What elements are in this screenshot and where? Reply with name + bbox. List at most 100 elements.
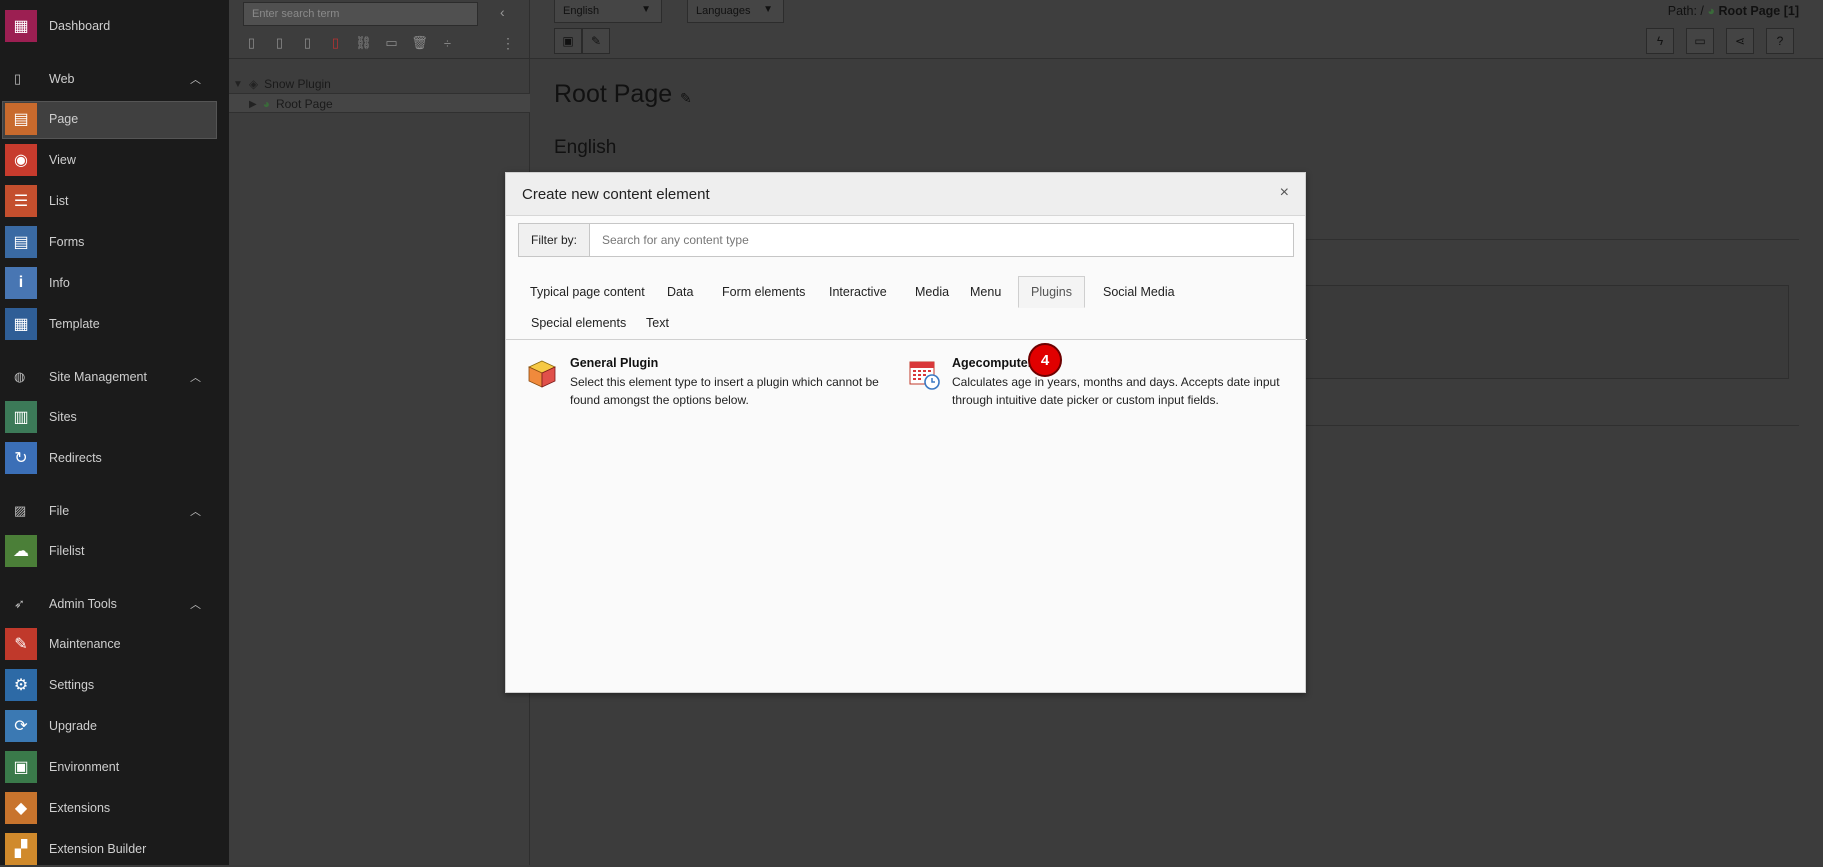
close-icon[interactable]: × [1280,184,1289,202]
more-options-icon[interactable]: ⋮ [501,35,515,52]
filter-input[interactable] [590,224,1293,256]
sidebar-item-label: Info [49,276,70,290]
path-current[interactable]: Root Page [1] [1718,4,1799,18]
sidebar-group-site-management[interactable]: ◍ Site Management ︿ [0,359,229,395]
collapsed-toggle-icon[interactable]: ▶ [249,99,257,110]
sidebar-item-list[interactable]: ☰ List [0,183,229,219]
content-type-description: Select this element type to insert a plu… [570,375,879,407]
extensions-icon: ◆ [5,792,37,824]
sidebar-group-label: Web [49,72,75,86]
breadcrumb: Path: / ◕ Root Page [1] [1668,4,1799,18]
sidebar-item-label: Filelist [49,544,85,558]
divider [506,339,1307,340]
sidebar-item-settings[interactable]: ⚙ Settings [0,667,229,703]
bookmark-icon: ▭ [1694,34,1706,48]
sidebar-item-maintenance[interactable]: ✎ Maintenance [0,626,229,662]
clear-cache-button[interactable]: ϟ [1646,28,1674,54]
plugin-cube-icon [528,360,556,388]
recycler-icon[interactable]: 🗑 [411,34,428,52]
template-icon: ▦ [5,308,37,340]
content-type-general-plugin[interactable]: General Plugin Select this element type … [526,356,886,409]
tab-menu[interactable]: Menu [958,276,1013,308]
content-type-description: Calculates age in years, months and days… [952,375,1280,407]
new-page-shortcut-icon[interactable]: ▯ [299,34,316,52]
expanded-toggle-icon[interactable]: ▼ [233,79,243,90]
file-icon: ▨ [14,503,27,518]
tab-form-elements[interactable]: Form elements [710,276,817,308]
list-icon: ☰ [5,185,37,217]
extension-builder-icon: ▞ [5,833,37,865]
tab-interactive[interactable]: Interactive [817,276,899,308]
sidebar-item-extensions[interactable]: ◆ Extensions [0,790,229,826]
maintenance-icon: ✎ [5,628,37,660]
content-type-agecomputer[interactable]: Agecomputer Calculates age in years, mon… [908,356,1293,409]
sidebar-item-template[interactable]: ▦ Template [0,306,229,342]
sidebar-item-extension-builder[interactable]: ▞ Extension Builder [0,831,229,867]
tab-media[interactable]: Media [903,276,961,308]
tree-search-input[interactable]: Enter search term [243,2,478,26]
view-icon: ◉ [5,144,37,176]
tab-typical-page-content[interactable]: Typical page content [518,276,657,308]
sidebar-item-label: Sites [49,410,77,424]
share-icon: ⋖ [1734,34,1746,48]
content-type-title: General Plugin [570,356,659,370]
tab-special-elements[interactable]: Special elements [519,307,638,339]
sidebar-item-dashboard[interactable]: ▦ Dashboard [0,8,229,44]
sidebar-item-environment[interactable]: ▣ Environment [0,749,229,785]
content-type-text: Agecomputer Calculates age in years, mon… [952,356,1293,409]
new-link-icon[interactable]: ⛓ [355,34,372,52]
sidebar-group-label: Admin Tools [49,597,117,611]
lightning-icon: ϟ [1656,34,1664,48]
tab-data[interactable]: Data [655,276,705,308]
view-page-button[interactable]: ▣ [554,28,582,54]
tree-node-root-page[interactable]: ▶ ◕ Root Page [249,97,333,111]
languages-select-value: Languages [696,5,751,17]
sidebar-item-label: Maintenance [49,637,121,651]
chevron-down-icon: ▼ [641,4,651,15]
new-folder-icon[interactable]: ▭ [383,34,400,52]
sidebar-item-filelist[interactable]: ☁ Filelist [0,533,229,569]
tree-node-root[interactable]: ▼ ◈ Snow Plugin [233,77,331,91]
environment-icon: ▣ [5,751,37,783]
tree-node-label: Snow Plugin [264,77,331,91]
filelist-icon: ☁ [5,535,37,567]
sidebar-item-page[interactable]: ▤ Page [0,101,229,139]
sidebar-group-admin-tools[interactable]: ➶ Admin Tools ︿ [0,586,229,622]
info-icon: i [5,267,37,299]
tab-text[interactable]: Text [634,307,681,339]
help-button[interactable]: ? [1766,28,1794,54]
divider-icon[interactable]: ÷ [439,34,456,52]
web-icon: ▯ [14,71,22,86]
sidebar-item-upgrade[interactable]: ⟳ Upgrade [0,708,229,744]
sidebar-group-file[interactable]: ▨ File ︿ [0,493,229,529]
view-page-icon: ▣ [562,34,574,48]
collapse-tree-icon[interactable]: ‹ [500,4,505,20]
new-page-mountpoint-icon[interactable]: ▯ [327,34,344,52]
sidebar-item-sites[interactable]: ▥ Sites [0,399,229,435]
new-page-special-icon[interactable]: ▯ [271,34,288,52]
sidebar-group-label: Site Management [49,370,147,384]
site-management-icon: ◍ [14,369,26,384]
sidebar-item-forms[interactable]: ▤ Forms [0,224,229,260]
sidebar-item-redirects[interactable]: ↻ Redirects [0,440,229,476]
upgrade-icon: ⟳ [5,710,37,742]
dashboard-icon: ▦ [5,10,37,42]
help-icon: ? [1776,34,1784,48]
content-type-text: General Plugin Select this element type … [570,356,886,409]
share-button[interactable]: ⋖ [1726,28,1754,54]
tab-social-media[interactable]: Social Media [1091,276,1187,308]
edit-page-button[interactable]: ✎ [582,28,610,54]
sidebar-item-info[interactable]: i Info [0,265,229,301]
sidebar-item-label: View [49,153,76,167]
language-select[interactable]: English ▼ [554,0,662,23]
sidebar-item-view[interactable]: ◉ View [0,142,229,178]
bookmark-button[interactable]: ▭ [1686,28,1714,54]
edit-title-icon[interactable]: ✎ [680,90,692,107]
languages-select[interactable]: Languages ▼ [687,0,784,23]
sites-icon: ▥ [5,401,37,433]
modal-header: Create new content element × [506,173,1305,216]
tab-plugins[interactable]: Plugins [1018,276,1085,308]
calendar-clock-icon [909,361,940,390]
new-page-icon[interactable]: ▯ [243,34,260,52]
sidebar-group-web[interactable]: ▯ Web ︿ [0,61,229,97]
